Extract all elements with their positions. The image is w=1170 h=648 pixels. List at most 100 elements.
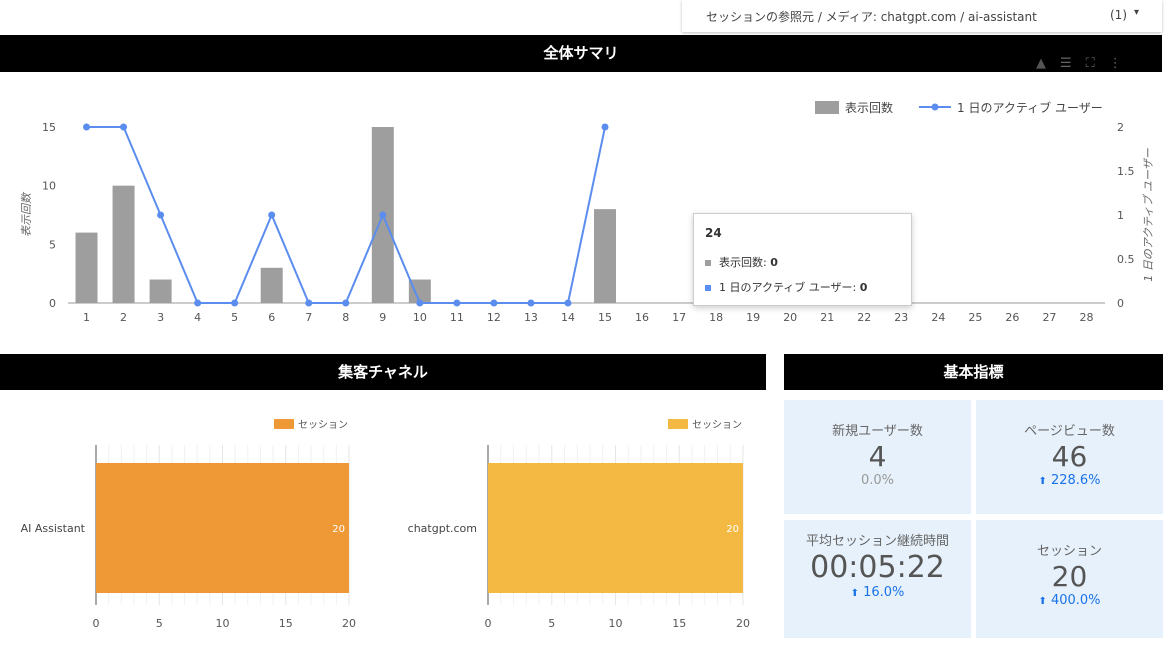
y2-axis-title: 1 日のアクティブ ユーザー: [1142, 147, 1155, 282]
x-tick-label: 0: [485, 617, 492, 630]
bar-swatch-icon: [705, 260, 711, 266]
acquisition-chart-chatgpt: 0 5 10 15 20 セッション 20 chatgpt.com: [408, 419, 750, 630]
fullscreen-icon[interactable]: ⛶: [1086, 56, 1095, 71]
x-tick-label: 0: [93, 617, 100, 630]
legend-swatch: [668, 419, 688, 429]
point-active-users: [601, 123, 609, 131]
bar-sessions: [96, 463, 349, 593]
x-tick-label: 14: [561, 311, 575, 324]
point-active-users: [231, 299, 239, 307]
legend-label: セッション: [298, 419, 348, 431]
filter-count: (1): [1110, 8, 1127, 22]
kpi-avg-session-duration: 平均セッション継続時間 00:05:22 ⬆ 16.0%: [784, 520, 971, 638]
kpi-delta-row: ⬆ 400.0%: [976, 593, 1163, 608]
kpi-value: 46: [1051, 440, 1088, 473]
point-active-users: [342, 299, 350, 307]
legend-label: セッション: [692, 419, 742, 431]
x-tick-label: 8: [342, 311, 349, 324]
arrow-up-icon: ⬆: [850, 588, 859, 599]
bar-impressions: [112, 185, 135, 303]
acquisition-title: 集客チャネル: [338, 363, 428, 381]
line-swatch-icon: [705, 285, 711, 291]
legend-label: 1 日のアクティブ ユーザー: [957, 100, 1103, 115]
x-tick-label: 1: [83, 311, 90, 324]
kpi-label: ページビュー数: [1024, 424, 1115, 439]
x-tick-label: 15: [672, 617, 686, 630]
x-tick-label: 17: [672, 311, 686, 324]
warning-icon[interactable]: ▲: [1036, 56, 1046, 71]
kpi-label: セッション: [1036, 544, 1102, 559]
bar-sessions: [488, 463, 743, 593]
point-active-users: [268, 211, 276, 219]
point-active-users: [490, 299, 498, 307]
acquisition-header: 集客チャネル: [0, 354, 766, 390]
y-tick-label: 5: [49, 238, 56, 251]
kpi-delta: 0.0%: [860, 473, 895, 488]
kpi-new-users: 新規ユーザー数 4 0.0%: [784, 400, 971, 514]
x-tick-label: 5: [231, 311, 238, 324]
kpi-value: 20: [1051, 560, 1088, 593]
bar-impressions: [149, 279, 172, 303]
chevron-down-icon[interactable]: ▾: [1134, 7, 1139, 18]
x-tick-label: 20: [783, 311, 797, 324]
y2-tick-label: 0.5: [1117, 253, 1135, 266]
tooltip-row2-value: 0: [859, 281, 868, 294]
filter-label: セッションの参照元 / メディア: chatgpt.com / ai-assis…: [706, 10, 1037, 24]
x-tick-label: 10: [609, 617, 623, 630]
x-tick-label: 6: [268, 311, 275, 324]
x-tick-label: 7: [305, 311, 312, 324]
kpi-label: 平均セッション継続時間: [805, 534, 949, 549]
kpi-delta-row: ⬆ 16.0%: [784, 585, 971, 600]
summary-title: 全体サマリ: [543, 44, 619, 62]
point-active-users: [564, 299, 572, 307]
summary-header: 全体サマリ: [0, 35, 1162, 72]
x-tick-label: 2: [120, 311, 127, 324]
x-tick-label: 19: [746, 311, 760, 324]
kpi-sessions: セッション 20 ⬆ 400.0%: [976, 520, 1163, 638]
kpi-delta: 400.0%: [1050, 593, 1101, 608]
x-tick-label: 20: [736, 617, 750, 630]
kpi-value: 00:05:22: [810, 550, 945, 585]
legend-swatch: [274, 419, 294, 429]
y-tick-label: 15: [42, 121, 56, 134]
y-tick-label: 0: [49, 297, 56, 310]
legend-label: 表示回数: [845, 100, 893, 115]
x-tick-label: 9: [379, 311, 386, 324]
point-active-users: [453, 299, 461, 307]
more-options-icon[interactable]: ⋮: [1109, 56, 1122, 71]
point-active-users: [305, 299, 313, 307]
point-active-users: [157, 211, 165, 219]
x-tick-label: 23: [894, 311, 908, 324]
kpi-delta: 16.0%: [863, 585, 905, 600]
y2-tick-label: 1: [1117, 209, 1124, 222]
summary-chart: 表示回数 1 日のアクティブ ユーザー05101500.511.52表示回数 1 日…: [20, 100, 1155, 324]
x-tick-label: 11: [450, 311, 464, 324]
x-tick-label: 20: [342, 617, 356, 630]
category-label: chatgpt.com: [408, 522, 477, 535]
legend-line-marker: [931, 103, 939, 111]
kpi-delta-row: ⬆ 228.6%: [976, 473, 1163, 488]
x-tick-label: 26: [1005, 311, 1019, 324]
line-active-users: [86, 126, 606, 304]
x-tick-label: 12: [487, 311, 501, 324]
kpi-label: 新規ユーザー数: [832, 424, 923, 439]
x-tick-label: 22: [857, 311, 871, 324]
y2-tick-label: 1.5: [1117, 165, 1135, 178]
legend-bar-swatch: [815, 101, 839, 114]
chart-toolbar: ▲ ☰ ⛶ ⋮: [1036, 56, 1122, 71]
category-label: AI Assistant: [21, 522, 86, 535]
x-tick-label: 4: [194, 311, 201, 324]
point-active-users: [416, 299, 424, 307]
filter-control[interactable]: セッションの参照元 / メディア: chatgpt.com / ai-assis…: [682, 0, 1162, 32]
x-tick-label: 18: [709, 311, 723, 324]
x-tick-label: 3: [157, 311, 164, 324]
x-tick-label: 10: [216, 617, 230, 630]
tooltip-row1-value: 0: [770, 256, 778, 269]
x-tick-label: 28: [1079, 311, 1093, 324]
x-tick-label: 15: [598, 311, 612, 324]
filter-icon[interactable]: ☰: [1060, 56, 1072, 71]
tooltip-row2-label: 1 日のアクティブ ユーザー:: [719, 281, 860, 294]
tooltip-row1-label: 表示回数:: [719, 256, 771, 269]
x-tick-label: 5: [156, 617, 163, 630]
x-tick-label: 15: [279, 617, 293, 630]
